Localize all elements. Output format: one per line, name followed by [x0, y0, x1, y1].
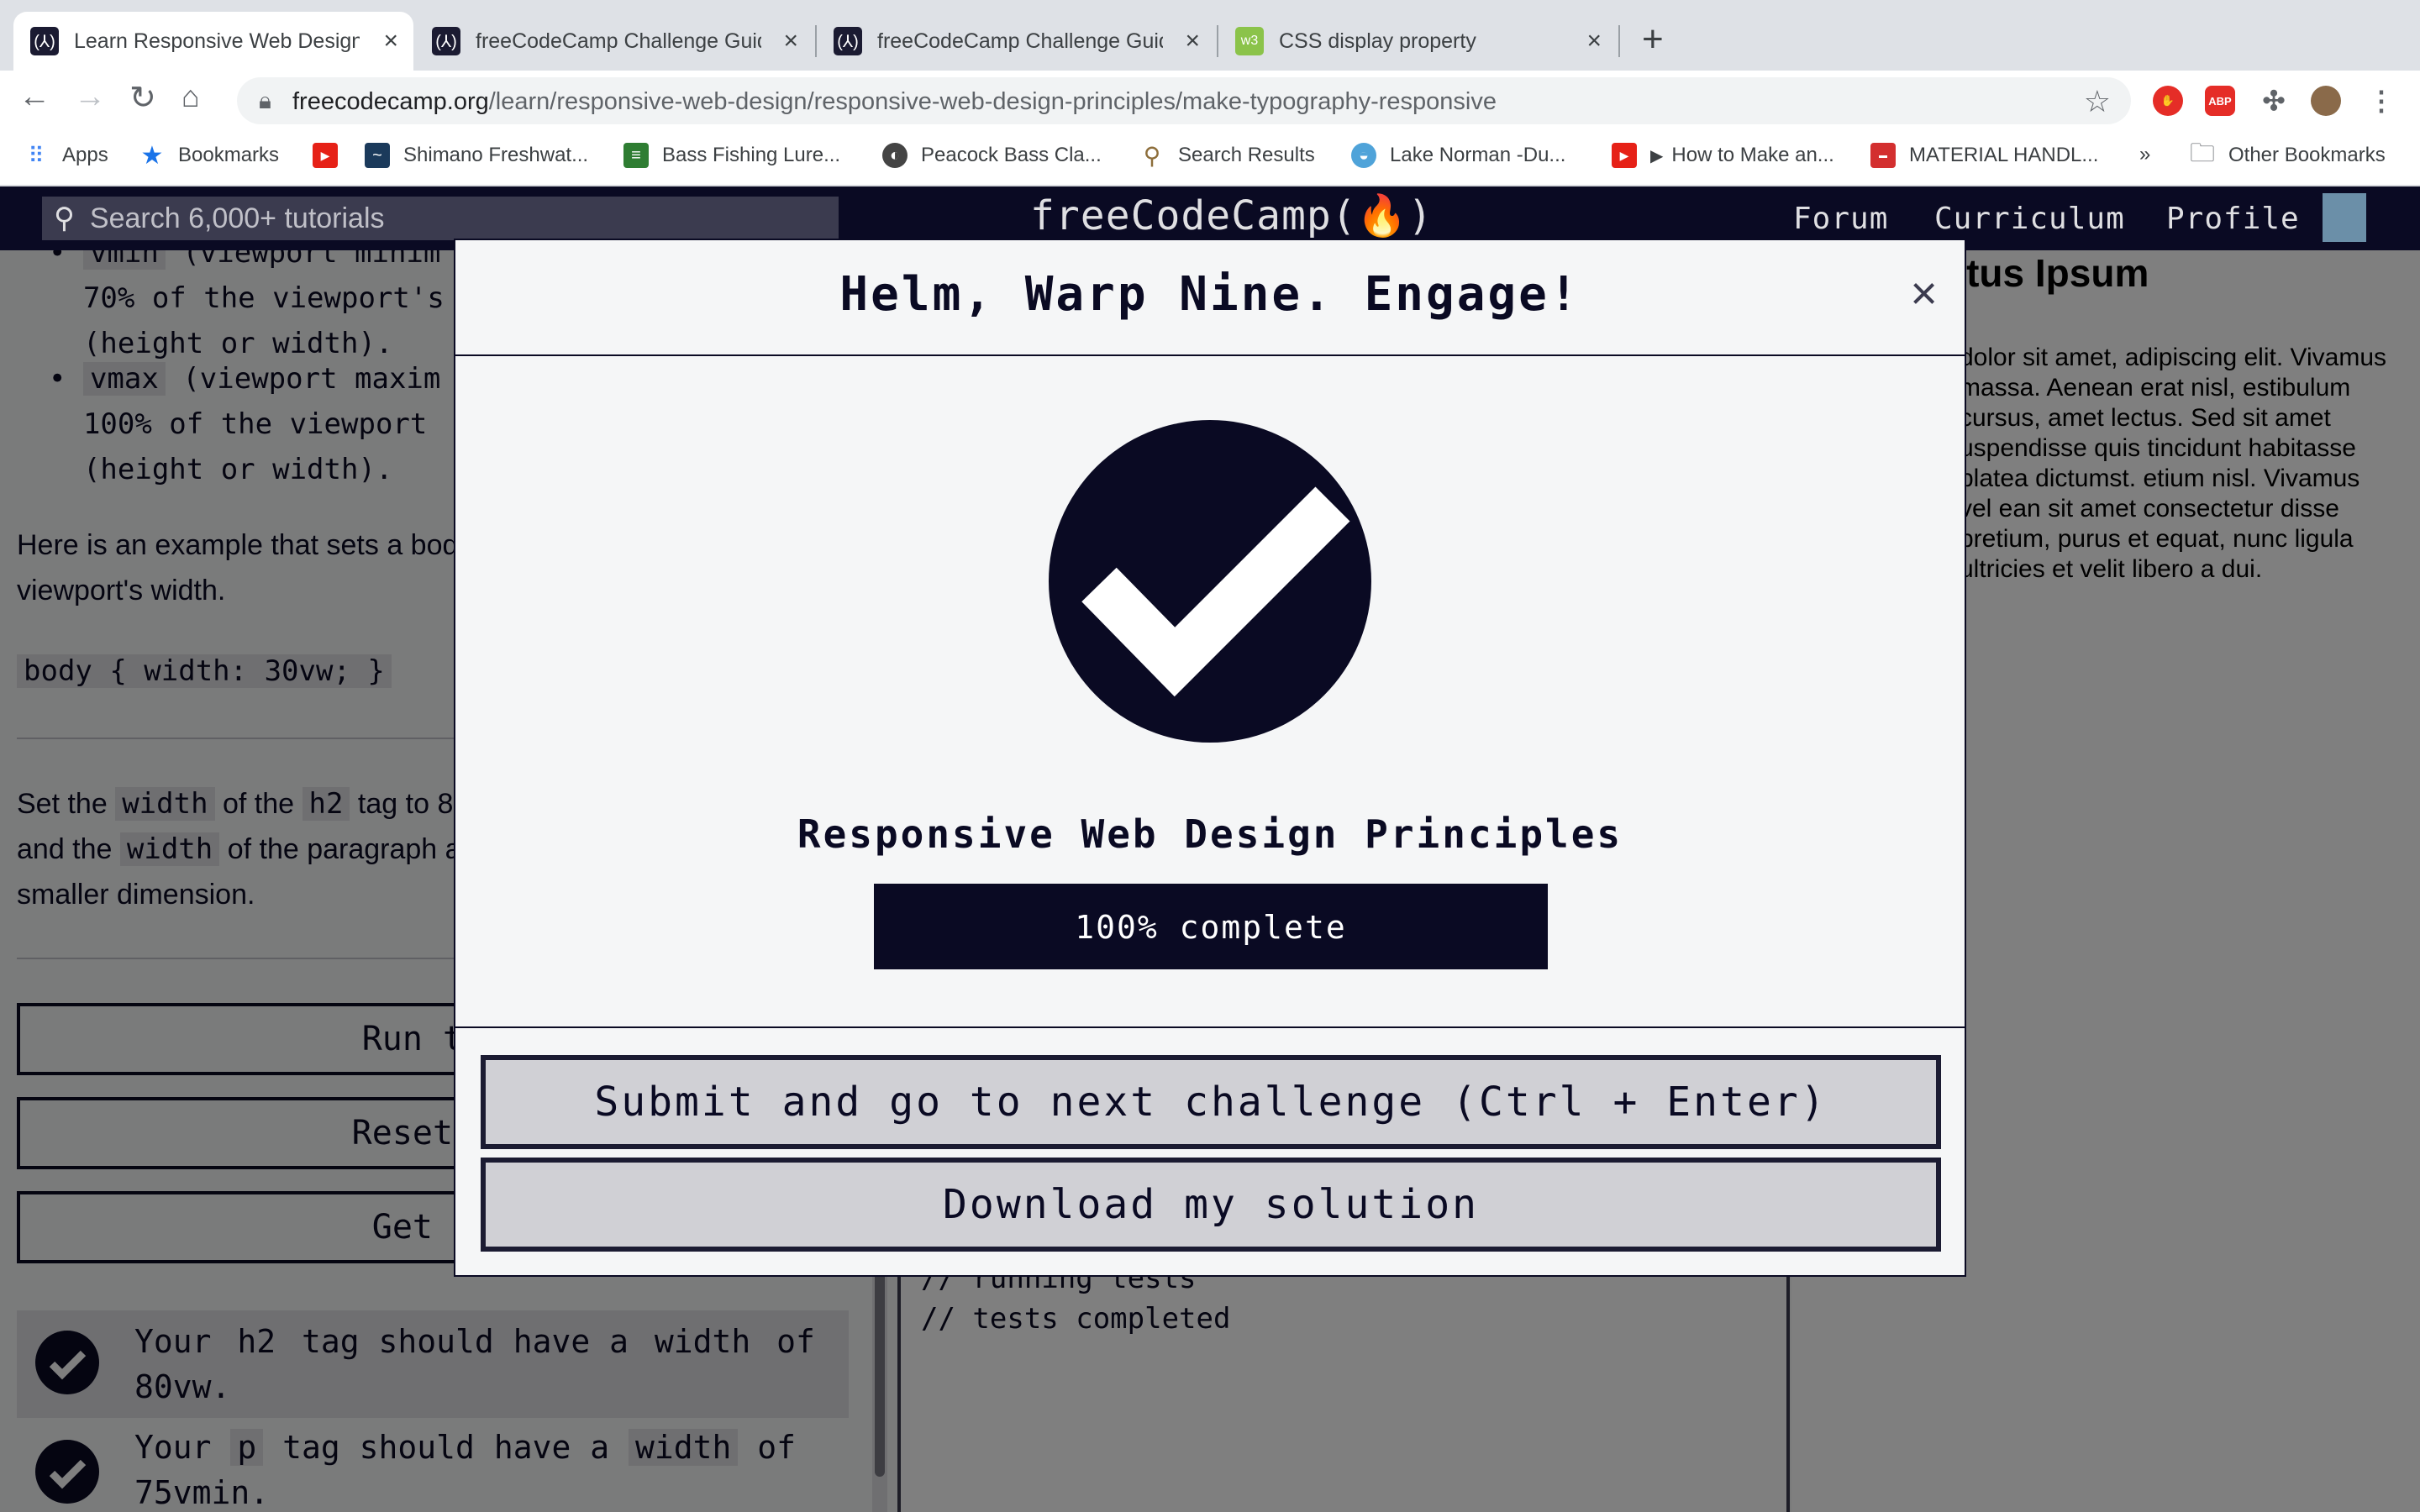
- forward-icon[interactable]: →: [74, 79, 106, 115]
- tab-title: CSS display property: [1279, 29, 1476, 53]
- search-icon: ⚲: [54, 202, 75, 234]
- folder-icon: 🗀: [2190, 139, 2215, 167]
- bookmark-label: Search Results: [1178, 144, 1315, 166]
- tab-css-display[interactable]: w3 CSS display property ×: [1218, 12, 1617, 71]
- close-icon[interactable]: ×: [1185, 27, 1200, 55]
- bookmark-label: Peacock Bass Cla...: [921, 144, 1102, 166]
- reload-icon[interactable]: ↻: [129, 79, 156, 117]
- tab-title: Learn Responsive Web Design: [74, 29, 360, 53]
- fish-icon: ≡: [623, 143, 649, 168]
- abp-icon[interactable]: ABP: [2205, 86, 2235, 116]
- close-icon[interactable]: ×: [383, 27, 398, 55]
- address-bar[interactable]: 🔒︎ freecodecamp.org/learn/responsive-web…: [237, 77, 2131, 124]
- back-icon[interactable]: ←: [18, 79, 50, 115]
- url-text: freecodecamp.org/learn/responsive-web-de…: [292, 88, 1497, 115]
- map-pin-icon: ⚲: [1143, 142, 1161, 169]
- progress-bar: 100% complete: [874, 884, 1548, 969]
- star-icon: ★: [140, 141, 164, 170]
- star-icon[interactable]: ☆: [2084, 84, 2111, 119]
- bookmark-label: Lake Norman -Du...: [1390, 144, 1566, 166]
- close-icon[interactable]: ×: [1910, 265, 1938, 320]
- search-input[interactable]: [87, 201, 781, 236]
- tab-title: freeCodeCamp Challenge Guid: [877, 29, 1163, 53]
- bookmark-bookmarks[interactable]: ★ Bookmarks: [139, 141, 280, 170]
- shimano-icon: ~: [365, 143, 390, 168]
- bookmark-shimano[interactable]: ~ Shimano Freshwat...: [365, 143, 588, 168]
- fcc-logo[interactable]: freeCodeCamp(🔥): [1030, 192, 1433, 239]
- bookmarks-overflow[interactable]: »: [2139, 143, 2150, 166]
- bookmark-search-results[interactable]: ⚲ Search Results: [1139, 142, 1315, 169]
- youtube-icon: ▶: [1612, 143, 1637, 168]
- overflow-chevron-icon: »: [2139, 143, 2151, 165]
- close-icon[interactable]: ×: [1586, 27, 1602, 55]
- home-icon[interactable]: ⌂: [182, 79, 200, 114]
- bookmark-bass-fishing[interactable]: ≡ Bass Fishing Lure...: [623, 143, 840, 168]
- new-tab-button[interactable]: +: [1642, 18, 1664, 60]
- material-icon: ▬: [1870, 143, 1896, 168]
- extensions-icon[interactable]: ✣: [2259, 86, 2289, 116]
- youtube-icon: ▶: [313, 143, 338, 168]
- success-check-icon: [1049, 420, 1371, 743]
- profile-avatar[interactable]: [2311, 86, 2341, 116]
- modal-header: Helm, Warp Nine. Engage! ×: [455, 240, 1965, 356]
- bookmark-lake-norman[interactable]: ◒ Lake Norman -Du...: [1351, 143, 1565, 168]
- tab-separator: [1618, 25, 1620, 57]
- challenge-complete-modal: Helm, Warp Nine. Engage! × Responsive We…: [454, 239, 1966, 1277]
- lake-icon: ◒: [1351, 143, 1376, 168]
- modal-title: Helm, Warp Nine. Engage!: [839, 267, 1581, 322]
- close-icon[interactable]: ×: [783, 27, 798, 55]
- tab-challenge-guide-1[interactable]: (⅄) freeCodeCamp Challenge Guid ×: [415, 12, 813, 71]
- bookmark-youtube[interactable]: ▶: [313, 143, 351, 168]
- bookmark-label: How to Make an...: [1671, 144, 1834, 166]
- download-solution-button[interactable]: Download my solution: [481, 1158, 1941, 1252]
- apps-grid-icon: ⠿: [28, 142, 45, 168]
- tab-challenge-guide-2[interactable]: (⅄) freeCodeCamp Challenge Guid ×: [817, 12, 1215, 71]
- menu-icon[interactable]: ⋮: [2366, 86, 2396, 116]
- browser-tab-bar: (⅄) Learn Responsive Web Design × (⅄) fr…: [0, 0, 2420, 71]
- search-bar[interactable]: ⚲: [42, 197, 839, 240]
- fcc-icon: (⅄): [834, 27, 862, 55]
- bookmark-label: Bass Fishing Lure...: [662, 144, 841, 166]
- bookmark-other[interactable]: 🗀 Other Bookmarks: [2190, 139, 2386, 168]
- bookmark-apps[interactable]: ⠿ Apps: [24, 143, 108, 168]
- progress-label: 100% complete: [1075, 909, 1347, 946]
- nav-forum[interactable]: Forum: [1793, 202, 1888, 236]
- adblock-icon[interactable]: ✋: [2153, 86, 2183, 116]
- play-icon: ▶: [1650, 146, 1664, 165]
- bookmark-label: Shimano Freshwat...: [403, 144, 589, 166]
- bookmark-material-handling[interactable]: ▬ MATERIAL HANDL...: [1870, 143, 2098, 168]
- block-title: Responsive Web Design Principles: [797, 811, 1623, 857]
- submit-next-button[interactable]: Submit and go to next challenge (Ctrl + …: [481, 1055, 1941, 1149]
- browser-toolbar: ← → ↻ ⌂ 🔒︎ freecodecamp.org/learn/respon…: [0, 71, 2420, 131]
- modal-footer: Submit and go to next challenge (Ctrl + …: [455, 1026, 1965, 1252]
- nav-curriculum[interactable]: Curriculum: [1934, 202, 2125, 236]
- w3-icon: w3: [1235, 27, 1264, 55]
- bookmark-peacock-bass[interactable]: ◐ Peacock Bass Cla...: [882, 143, 1102, 168]
- bookmark-label: Other Bookmarks: [2228, 144, 2386, 166]
- tab-title: freeCodeCamp Challenge Guid: [476, 29, 761, 53]
- fcc-icon: (⅄): [30, 27, 59, 55]
- globe-icon: ◐: [882, 143, 908, 168]
- bookmark-label: Bookmarks: [178, 144, 280, 166]
- bookmark-label: MATERIAL HANDL...: [1909, 144, 2099, 166]
- bookmark-label: Apps: [62, 144, 108, 166]
- nav-profile[interactable]: Profile: [2166, 202, 2300, 236]
- lock-icon: 🔒︎: [259, 87, 271, 113]
- tab-learn-responsive[interactable]: (⅄) Learn Responsive Web Design ×: [13, 12, 413, 71]
- bookmarks-bar: ⠿ Apps ★ Bookmarks ▶ ~ Shimano Freshwat.…: [0, 131, 2420, 186]
- avatar[interactable]: [2323, 193, 2366, 242]
- fcc-icon: (⅄): [432, 27, 460, 55]
- bookmark-how-to-make[interactable]: ▶ ▶ How to Make an...: [1612, 143, 1834, 168]
